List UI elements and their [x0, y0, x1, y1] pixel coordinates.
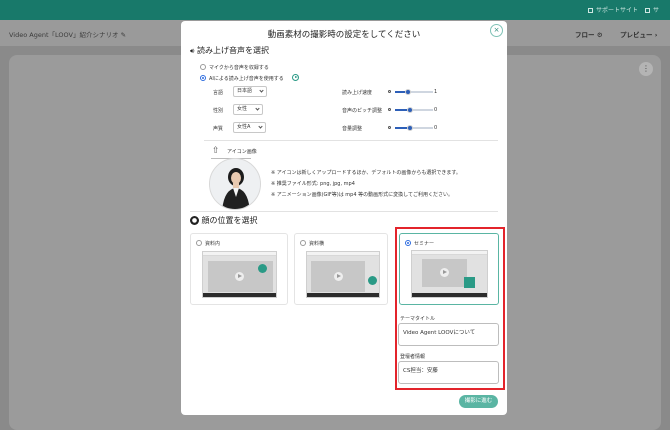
external-link-icon	[645, 8, 650, 13]
modal-title: 動画素材の撮影時の設定をしてください	[267, 30, 421, 40]
slider-reset-icon[interactable]	[388, 108, 391, 111]
voice-type-select[interactable]: 女性A	[233, 122, 266, 133]
option-label: 資料横	[309, 241, 325, 247]
layout-thumbnail	[202, 251, 277, 298]
play-sample-icon[interactable]	[292, 74, 299, 81]
chevron-down-icon	[259, 88, 264, 93]
more-menu-icon[interactable]: ⋮	[639, 62, 653, 76]
pitch-value: 0	[434, 107, 438, 113]
flow-button[interactable]: フロー ⚙	[575, 29, 603, 39]
option-label: 資料内	[205, 241, 221, 247]
chevron-down-icon	[255, 106, 260, 111]
edit-icon[interactable]: ✎	[121, 31, 126, 39]
pitch-label: 音声のピッチ調整	[342, 108, 383, 114]
extra-link[interactable]: サ	[645, 5, 659, 14]
volume-label: 音量調整	[342, 126, 363, 132]
gear-icon: ⚙	[596, 31, 603, 39]
option-radio[interactable]	[300, 240, 306, 246]
divider	[204, 140, 498, 141]
voice-icon: 🔊︎	[190, 47, 195, 55]
face-option-in-material[interactable]: 資料内	[190, 233, 288, 305]
highlight-annotation	[395, 227, 505, 390]
icon-note-3: ※ アニメーション画像(GIF等)は mp4 等の動画形式に変換してご利用くださ…	[271, 192, 453, 198]
speed-value: 1	[434, 89, 438, 95]
proceed-to-recording-button[interactable]: 撮影に進む	[459, 395, 498, 408]
language-label: 言語	[213, 90, 224, 96]
support-site-link[interactable]: サポートサイト	[588, 5, 638, 14]
gender-label: 性別	[213, 108, 224, 114]
gender-select[interactable]: 女性	[233, 104, 263, 115]
face-section-heading: ● 顔の位置を選択	[190, 216, 258, 225]
chevron-right-icon: ›	[654, 31, 658, 39]
avatar[interactable]	[209, 158, 261, 210]
person-icon: ●	[190, 216, 199, 225]
ai-option-label: AIによる読み上げ音声を使用する	[209, 76, 284, 82]
preview-button[interactable]: プレビュー ›	[620, 29, 657, 39]
page-title: Video Agent「LOOV」紹介シナリオ ✎	[9, 31, 127, 39]
slider-reset-icon[interactable]	[388, 90, 391, 93]
upload-icon[interactable]: ⇧	[212, 146, 220, 156]
external-link-icon	[588, 8, 593, 13]
layout-thumbnail	[306, 251, 380, 298]
option-radio[interactable]	[196, 240, 202, 246]
volume-slider[interactable]	[388, 125, 433, 131]
face-option-beside-material[interactable]: 資料横	[294, 233, 388, 305]
close-button[interactable]: ×	[490, 24, 503, 37]
language-select[interactable]: 日本語	[233, 86, 267, 97]
divider	[190, 211, 498, 212]
ai-radio[interactable]	[200, 75, 206, 81]
voice-section-heading: 🔊︎ 読み上げ音声を選択	[190, 46, 269, 55]
volume-value: 0	[434, 125, 438, 131]
chevron-down-icon	[258, 124, 263, 129]
icon-image-label: アイコン画像	[227, 149, 257, 155]
slider-reset-icon[interactable]	[388, 126, 391, 129]
mic-radio[interactable]	[200, 64, 206, 70]
pitch-slider[interactable]	[388, 107, 433, 113]
mic-option-label: マイクから音声を収録する	[209, 65, 269, 71]
speed-label: 読み上げ速度	[342, 90, 373, 96]
speed-slider[interactable]	[388, 89, 433, 95]
voice-type-label: 声質	[213, 126, 224, 132]
icon-note-2: ※ 推奨ファイル形式: png, jpg, mp4	[271, 181, 355, 187]
top-bar: サポートサイト サ	[0, 0, 670, 20]
icon-note-1: ※ アイコンは新しくアップロードするほか、デフォルトの画像からも選択できます。	[271, 170, 461, 176]
